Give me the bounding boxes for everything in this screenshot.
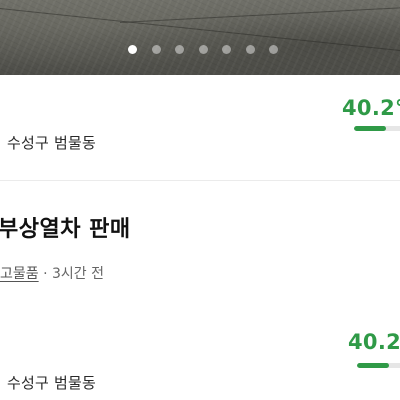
seller-location: 수성구 범물동 — [7, 374, 96, 392]
meta-separator: · — [43, 266, 48, 282]
carousel-dot[interactable] — [222, 45, 231, 54]
manner-temperature: 40.2° — [342, 96, 400, 120]
manner-temperature-fill — [354, 126, 386, 131]
carousel-dot[interactable] — [269, 45, 278, 54]
carousel-dot[interactable] — [198, 45, 208, 54]
article-header: 부상열차 판매 고물품 · 3시간 전 — [0, 181, 400, 299]
carousel-dot[interactable] — [151, 45, 161, 54]
photo-carousel[interactable] — [0, 0, 400, 75]
manner-temperature-fill — [357, 363, 389, 368]
article-meta: 고물품 · 3시간 전 — [0, 263, 104, 283]
posted-time: 3시간 전 — [52, 266, 104, 282]
seller-row[interactable]: 수성구 범물동 40.2° — [0, 75, 400, 181]
seller-row[interactable]: 수성구 범물동 40.2 — [0, 299, 400, 400]
article-title: 부상열차 판매 — [0, 217, 131, 242]
manner-temperature: 40.2 — [348, 330, 400, 354]
carousel-dot-active[interactable] — [128, 45, 137, 54]
page: 수성구 범물동 40.2° 부상열차 판매 고물품 · 3시간 전 수성구 범물… — [0, 0, 400, 400]
seller-location: 수성구 범물동 — [7, 134, 96, 152]
manner-temperature-bar — [357, 363, 400, 368]
carousel-indicator[interactable] — [0, 45, 400, 55]
carousel-dot[interactable] — [245, 45, 255, 54]
manner-temperature-bar — [354, 126, 400, 131]
category-link[interactable]: 고물품 — [0, 266, 39, 282]
carousel-dot[interactable] — [175, 45, 184, 54]
